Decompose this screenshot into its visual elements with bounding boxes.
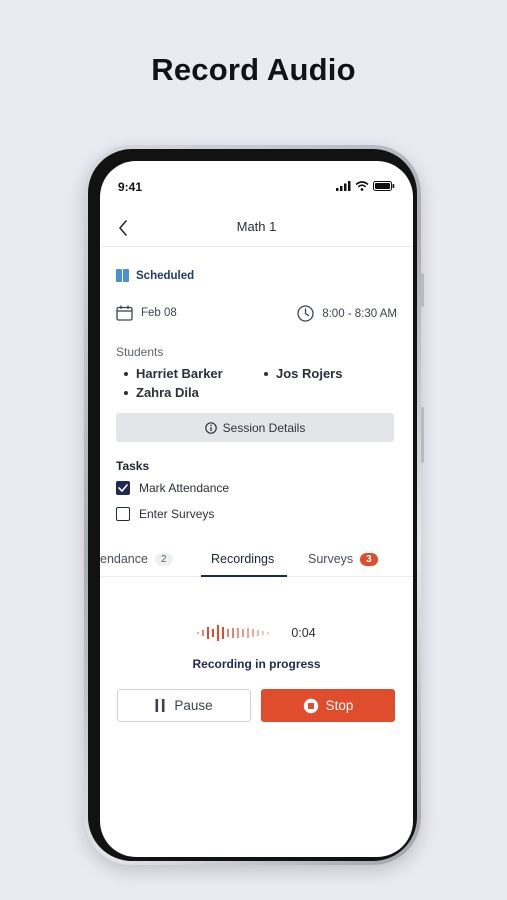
nav-bar: Math 1 — [100, 209, 413, 247]
tab-label: endance — [100, 552, 148, 566]
task-enter-surveys[interactable]: Enter Surveys — [116, 507, 214, 521]
phone-bezel: 9:41 Math 1 Scheduled Feb 08 8:00 - 8:30… — [88, 149, 417, 861]
status-bar: 9:41 — [100, 161, 413, 209]
recording-elapsed: 0:04 — [291, 626, 316, 640]
clock-icon — [297, 305, 314, 322]
info-icon — [204, 421, 217, 434]
session-details-label: Session Details — [222, 420, 306, 435]
pause-icon — [155, 699, 165, 712]
session-details-button[interactable]: Session Details — [116, 413, 394, 442]
session-status: Scheduled — [116, 269, 194, 282]
date-time-row: Feb 08 8:00 - 8:30 AM — [116, 305, 397, 323]
recording-status: Recording in progress — [192, 657, 321, 671]
tab-recordings[interactable]: Recordings — [211, 541, 274, 577]
pause-label: Pause — [174, 698, 213, 713]
bullet-icon — [124, 390, 128, 395]
session-time: 8:00 - 8:30 AM — [297, 305, 397, 322]
status-icons — [336, 181, 395, 191]
tab-label: Recordings — [211, 552, 275, 566]
page-headline: Record Audio — [151, 52, 356, 87]
session-status-text: Scheduled — [136, 269, 195, 282]
task-label: Mark Attendance — [139, 481, 230, 495]
waveform-icon — [197, 625, 270, 641]
student-name: Zahra Dila — [136, 385, 199, 400]
active-tab-indicator — [201, 575, 287, 577]
recording-indicator: 0:04 — [100, 621, 413, 645]
student-name: Harriet Barker — [136, 366, 223, 381]
stop-button[interactable]: Stop — [261, 689, 395, 722]
phone-frame: 9:41 Math 1 Scheduled Feb 08 8:00 - 8:30… — [84, 145, 424, 865]
student-item: Harriet Barker — [124, 366, 223, 381]
checkmark-icon — [118, 484, 128, 492]
bullet-icon — [264, 371, 268, 376]
tasks-label: Tasks — [116, 459, 150, 473]
tab-attendance[interactable]: endance 2 — [100, 541, 173, 577]
tab-surveys[interactable]: Surveys 3 — [308, 541, 378, 577]
student-item: Zahra Dila — [124, 385, 199, 400]
stop-label: Stop — [325, 698, 354, 713]
phone-power-button — [421, 407, 424, 463]
status-time: 9:41 — [118, 180, 143, 194]
phone-screen: 9:41 Math 1 Scheduled Feb 08 8:00 - 8:30… — [100, 161, 413, 857]
student-item: Jos Rojers — [264, 366, 342, 381]
session-date-text: Feb 08 — [141, 307, 177, 319]
checkbox-checked[interactable] — [116, 481, 130, 495]
student-name: Jos Rojers — [276, 366, 343, 381]
session-date: Feb 08 — [116, 305, 177, 321]
bullet-icon — [124, 371, 128, 376]
tab-label: Surveys — [308, 552, 354, 566]
checkbox-unchecked[interactable] — [116, 507, 130, 521]
signal-icon — [336, 181, 351, 191]
phone-volume-button — [421, 273, 424, 307]
task-mark-attendance[interactable]: Mark Attendance — [116, 481, 229, 495]
pause-button[interactable]: Pause — [117, 689, 251, 722]
battery-icon — [373, 181, 395, 191]
wifi-icon — [355, 181, 369, 191]
tab-bar: endance 2 Recordings Surveys 3 — [100, 541, 413, 577]
calendar-icon — [116, 305, 133, 321]
attendance-count-badge: 2 — [154, 552, 173, 566]
students-label: Students — [116, 345, 164, 359]
task-label: Enter Surveys — [139, 507, 215, 521]
nav-title: Math 1 — [236, 219, 277, 234]
surveys-count-badge: 3 — [360, 552, 378, 566]
session-time-text: 8:00 - 8:30 AM — [322, 307, 397, 320]
book-icon — [116, 269, 129, 282]
stop-icon — [303, 698, 318, 713]
